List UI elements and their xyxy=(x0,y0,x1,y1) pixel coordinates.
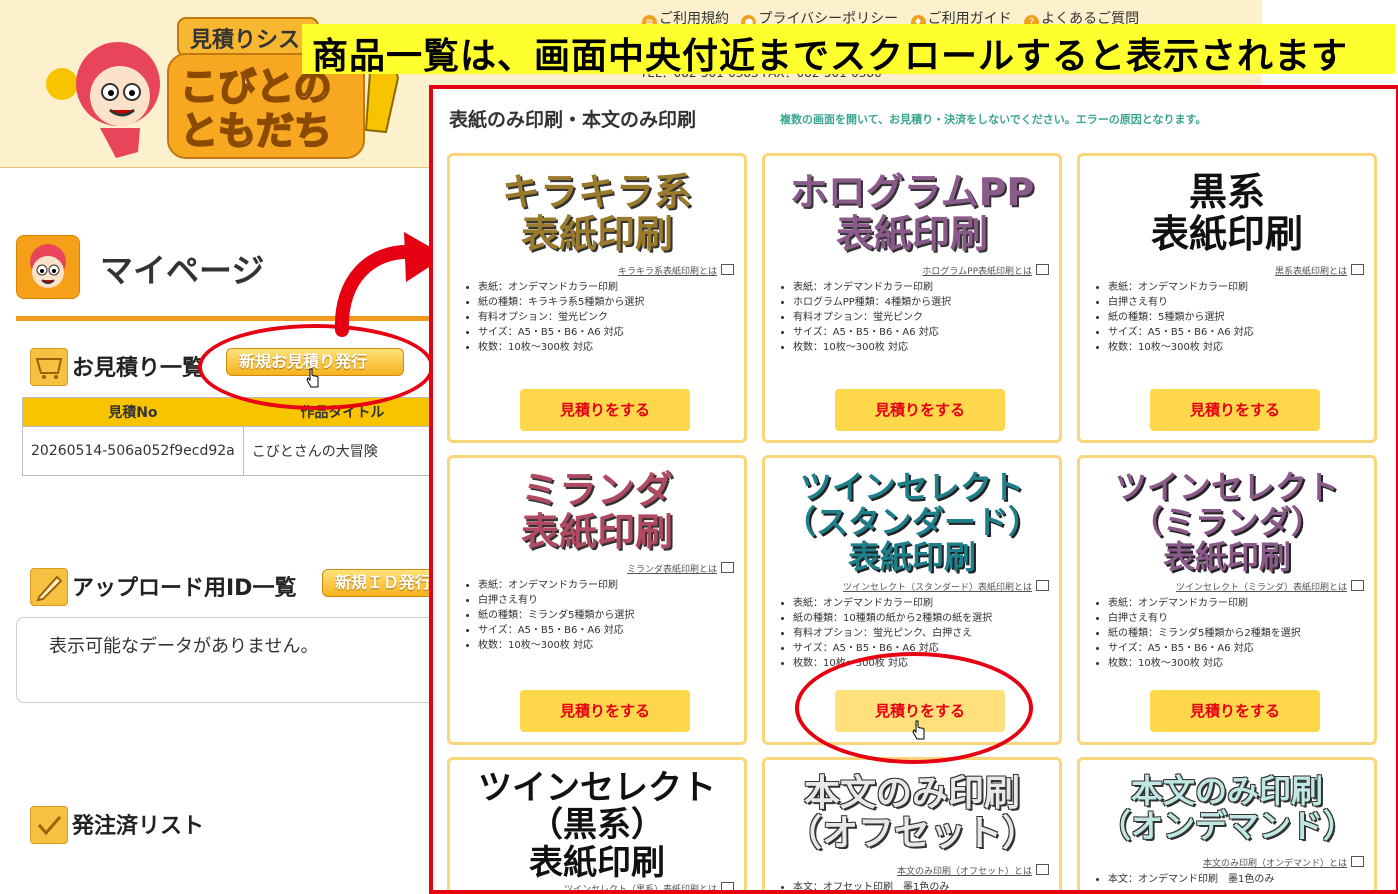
pencil-icon xyxy=(30,568,68,606)
product-card-miranda: ミランダ表紙印刷 ミランダ表紙印刷とは 表紙：オンデマンドカラー印刷白押さえ有り… xyxy=(447,455,747,745)
product-card-twin-black: ツインセレクト （黒系） 表紙印刷 ツインセレクト（黒系）表紙印刷とは xyxy=(447,757,747,890)
estimate-title-cell: こびとさんの大冒険 xyxy=(242,426,443,476)
estimate-button[interactable]: 見積りをする xyxy=(520,389,690,431)
card-info-link[interactable]: ミランダ表紙印刷とは xyxy=(627,562,734,575)
feature-list: 表紙：オンデマンドカラー印刷白押さえ有り紙の種類：ミランダ5種類から選択サイズ：… xyxy=(462,578,634,653)
estimate-button[interactable]: 見積りをする xyxy=(835,389,1005,431)
feature-list: 本文：オンデマンド印刷 墨1色のみ xyxy=(1092,872,1274,887)
card-info-link[interactable]: 本文のみ印刷（オンデマンド）とは xyxy=(1203,856,1364,869)
logo-top-text: 見積りシス xyxy=(190,28,300,53)
page-title: マイページ xyxy=(100,251,265,290)
feature-list: 表紙：オンデマンドカラー印刷ホログラムPP種類：4種類から選択有料オプション：蛍… xyxy=(777,280,951,355)
product-card-hologram: ホログラムPP表紙印刷 ホログラムPP表紙印刷とは 表紙：オンデマンドカラー印刷… xyxy=(762,153,1062,443)
card-info-link[interactable]: 本文のみ印刷（オフセット）とは xyxy=(897,864,1049,877)
card-info-link[interactable]: キラキラ系表紙印刷とは xyxy=(618,264,734,277)
card-title: 黒系 表紙印刷 xyxy=(1150,170,1303,256)
estimates-section-title: お見積り一覧 xyxy=(72,356,205,381)
kobito-face-icon xyxy=(30,244,66,288)
hand-cursor-icon xyxy=(912,720,925,740)
highlight-ring-estimate-button xyxy=(795,652,1033,764)
instruction-banner-text: 商品一覧は、画面中央付近までスクロールすると表示されます xyxy=(312,36,1349,77)
feature-list: 表紙：オンデマンドカラー印刷白押さえ有り紙の種類：5種類から選択サイズ：A5・B… xyxy=(1092,280,1254,355)
feature-list: 表紙：オンデマンドカラー印刷紙の種類：キラキラ系5種類から選択有料オプション：蛍… xyxy=(462,280,644,355)
card-info-link[interactable]: ホログラムPP表紙印刷とは xyxy=(922,264,1049,277)
card-info-link[interactable]: ツインセレクト（スタンダード）表紙印刷とは xyxy=(843,580,1049,593)
feature-list: 表紙：オンデマンドカラー印刷白押さえ有り紙の種類：ミランダ5種類から2種類を選択… xyxy=(1092,596,1301,671)
product-card-twin-miranda: ツインセレクト（ミランダ）表紙印刷 ツインセレクト（ミランダ）表紙印刷とは 表紙… xyxy=(1077,455,1377,745)
estimate-button[interactable]: 見積りをする xyxy=(1150,389,1320,431)
card-title: ツインセレクト （黒系） 表紙印刷 xyxy=(478,768,716,883)
card-title: ツインセレクト （スタンダード） 表紙印刷 xyxy=(783,468,1040,577)
panel-title: 表紙のみ印刷・本文のみ印刷 xyxy=(449,109,697,131)
upload-id-empty-box: 表示可能なデータがありません。 xyxy=(16,617,438,703)
product-card-body-ondemand: 本文のみ印刷（オンデマンド） 本文のみ印刷（オンデマンド）とは 本文：オンデマン… xyxy=(1077,757,1377,890)
empty-message: 表示可能なデータがありません。 xyxy=(49,636,319,657)
logo-line2: ともだち xyxy=(180,109,332,153)
card-title: ツインセレクト （ミランダ） 表紙印刷 xyxy=(1114,468,1339,577)
hand-cursor-icon xyxy=(306,368,319,388)
estimates-table: 見積No 作品タイトル 20260514-506a052f9ecd92a こびと… xyxy=(22,397,443,476)
estimate-button[interactable]: 見積りをする xyxy=(1150,690,1320,732)
product-card-body-offset: 本文のみ印刷（オフセット） 本文のみ印刷（オフセット）とは 本文：オフセット印刷… xyxy=(762,757,1062,890)
orders-section-title: 発注済リスト xyxy=(72,814,205,839)
card-title: ホログラムPP 表紙印刷 xyxy=(789,170,1035,256)
card-title: ミランダ 表紙印刷 xyxy=(520,468,673,554)
check-icon xyxy=(30,806,68,844)
panel-notice: 複数の画面を開いて、お見積り・決済をしないでください。エラーの原因となります。 xyxy=(780,113,1207,126)
product-list-panel: 表紙のみ印刷・本文のみ印刷 複数の画面を開いて、お見積り・決済をしないでください… xyxy=(429,85,1398,894)
column-header-estimate-no: 見積No xyxy=(22,397,244,427)
product-card-kirakira: キラキラ系表紙印刷 キラキラ系表紙印刷とは 表紙：オンデマンドカラー印刷紙の種類… xyxy=(447,153,747,443)
card-title: 本文のみ印刷 （オンデマンド） xyxy=(1098,772,1355,846)
cart-icon xyxy=(30,348,68,386)
card-info-link[interactable]: ツインセレクト（黒系）表紙印刷とは xyxy=(564,882,734,890)
card-title: 本文のみ印刷 （オフセット） xyxy=(785,773,1038,854)
table-row[interactable]: 20260514-506a052f9ecd92a こびとさんの大冒険 xyxy=(22,426,443,476)
estimate-button[interactable]: 見積りをする xyxy=(520,690,690,732)
mypage-icon xyxy=(16,235,80,299)
estimate-no-cell: 20260514-506a052f9ecd92a xyxy=(22,426,244,476)
card-info-link[interactable]: 黒系表紙印刷とは xyxy=(1275,264,1364,277)
upload-id-section-title: アップロード用ID一覧 xyxy=(72,576,297,601)
card-info-link[interactable]: ツインセレクト（ミランダ）表紙印刷とは xyxy=(1176,580,1364,593)
card-title: キラキラ系 表紙印刷 xyxy=(501,170,692,256)
product-card-black: 黒系表紙印刷 黒系表紙印刷とは 表紙：オンデマンドカラー印刷白押さえ有り紙の種類… xyxy=(1077,153,1377,443)
